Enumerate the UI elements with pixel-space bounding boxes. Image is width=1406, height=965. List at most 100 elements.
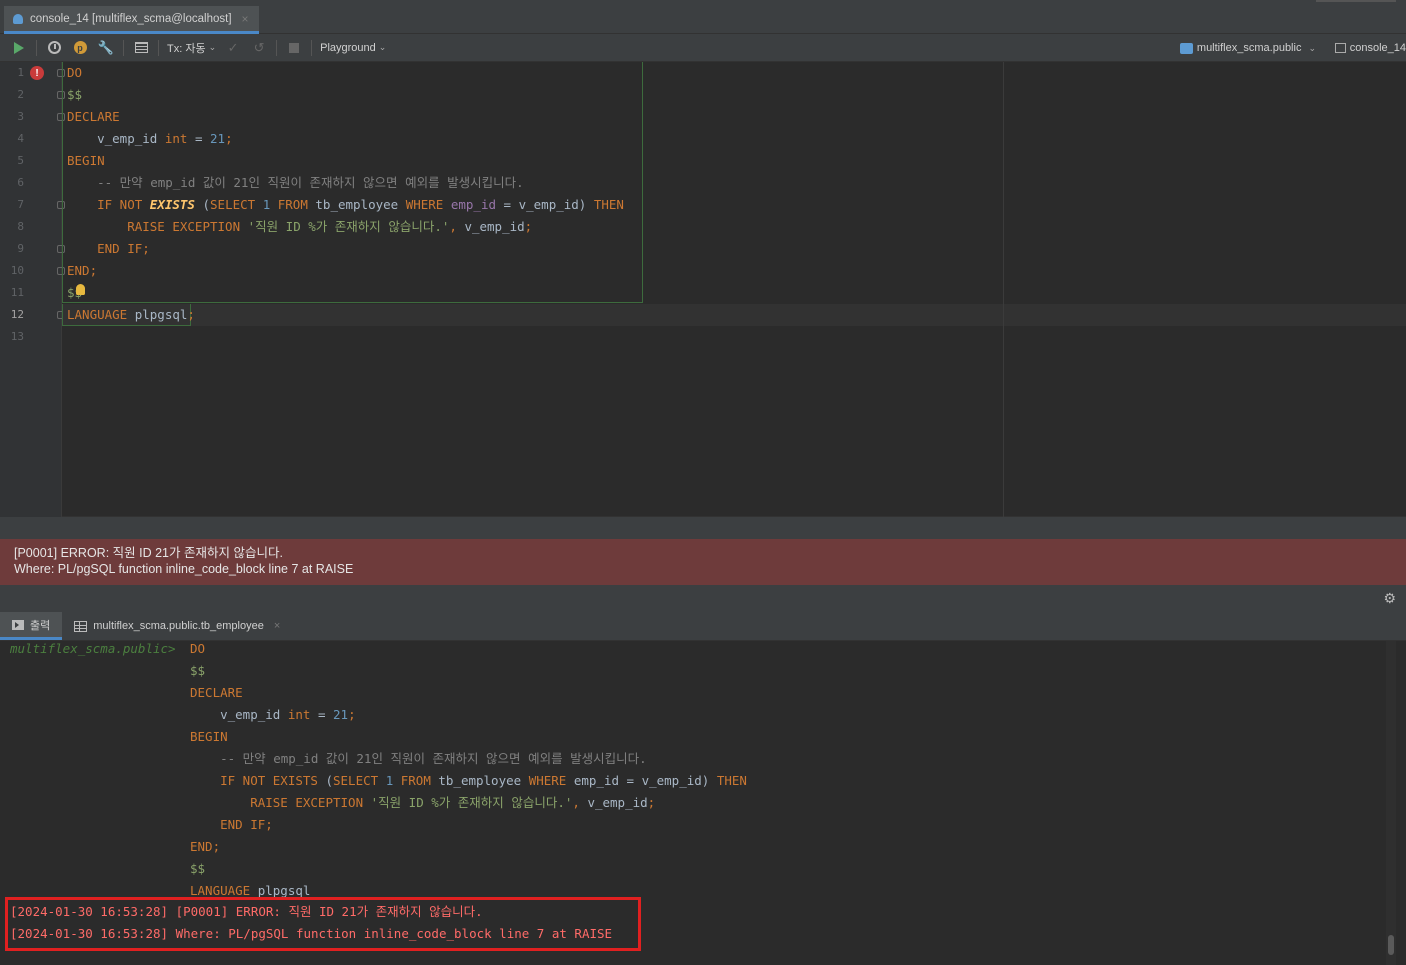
line-number: 2 [17,88,24,101]
play-icon [14,41,24,54]
line-number: 12 [10,308,24,321]
clock-icon [47,41,61,54]
editor-gutter: 1 2 3 4 5 6 7 8 9 10 11 12 13 ! [0,62,65,517]
code-line: IF NOT EXISTS (SELECT 1 FROM tb_employee… [67,197,624,212]
toolbar-separator [36,39,37,56]
console-line: v_emp_id int = 21; [190,707,356,722]
session-selector[interactable]: console_14 [1334,34,1406,62]
sql-editor[interactable]: 1 2 3 4 5 6 7 8 9 10 11 12 13 ! DO $$ DE… [0,62,1406,517]
error-indicator-icon[interactable]: ! [30,66,44,80]
editor-toolbar: p 🔧 Tx: 자동 ⌄ ✓ ↺ Playground ⌄ multiflex_… [0,34,1406,62]
error-highlight-box [5,897,641,951]
console-line: RAISE EXCEPTION '직원 ID %가 존재하지 않습니다.', v… [190,795,656,810]
p-badge-icon: p [73,41,87,54]
schema-selector[interactable]: multiflex_scma.public ⌄ [1179,34,1316,62]
table-grid-icon [74,620,88,632]
execute-button[interactable] [8,37,30,59]
error-message: [P0001] ERROR: 직원 ID 21가 존재하지 않습니다. [14,546,283,560]
output-console[interactable]: multiflex_scma.public> DO $$ DECLARE v_e… [0,641,1406,965]
lightbulb-icon[interactable] [76,284,85,295]
toolbar-separator [311,39,313,56]
console-line: IF NOT EXISTS (SELECT 1 FROM tb_employee… [190,773,747,788]
rollback-button[interactable]: ↺ [248,37,270,59]
line-number: 11 [10,286,24,299]
wrench-icon: 🔧 [97,39,115,55]
services-toolbar: ⚙ [0,585,1406,613]
line-number: 9 [17,242,24,255]
console-line: DECLARE [190,685,243,700]
tab-title: console_14 [multiflex_scma@localhost] [30,12,232,25]
schema-label: multiflex_scma.public [1196,42,1302,54]
window-control [1316,0,1396,2]
tx-label: Tx: 자동 [167,42,206,55]
output-format-button[interactable] [130,37,152,59]
code-line: $$ [67,87,83,102]
check-icon: ✓ [227,39,239,55]
code-line: RAISE EXCEPTION '직원 ID %가 존재하지 않습니다.', v… [67,219,533,234]
console-prompt: multiflex_scma.public> [10,641,176,656]
code-line: BEGIN [67,153,105,168]
line-number: 8 [17,220,24,233]
undo-icon: ↺ [253,39,265,55]
commit-button[interactable]: ✓ [222,37,244,59]
console-icon [1334,43,1346,53]
console-line: BEGIN [190,729,228,744]
toolbar-separator [276,39,278,56]
code-line: -- 만약 emp_id 값이 21인 직원이 존재하지 않으면 예외를 발생시… [67,175,524,190]
panel-divider [0,517,1406,539]
console-scrollbar[interactable] [1386,641,1396,965]
code-line: v_emp_id int = 21; [67,131,233,146]
close-icon[interactable]: × [274,620,280,632]
console-line: DO [190,641,206,656]
history-button[interactable] [43,37,65,59]
code-line: END; [67,263,98,278]
code-line: LANGUAGE plpgsql; [67,307,195,322]
toolbar-separator [123,39,124,56]
stop-icon [289,42,300,53]
right-margin-guide [1003,62,1004,517]
scrollbar-thumb[interactable] [1388,935,1394,955]
code-line: DO [67,65,83,80]
line-number: 4 [17,132,24,145]
chevron-down-icon: ⌄ [208,42,217,52]
transaction-mode-dropdown[interactable]: Tx: 자동 ⌄ [163,37,220,59]
console-line: -- 만약 emp_id 값이 21인 직원이 존재하지 않으면 예외를 발생시… [190,751,647,766]
code-line: DECLARE [67,109,120,124]
line-number: 13 [10,330,24,343]
line-number: 1 [17,66,24,79]
playground-label: Playground [320,41,376,54]
line-number: 5 [17,154,24,167]
playground-dropdown[interactable]: Playground ⌄ [316,37,390,59]
tab-console-14[interactable]: console_14 [multiflex_scma@localhost] × [4,6,259,34]
error-location: Where: PL/pgSQL function inline_code_blo… [14,562,354,576]
tab-table-label: multiflex_scma.public.tb_employee [93,620,264,632]
line-number: 10 [10,264,24,277]
console-line: END IF; [190,817,273,832]
console-line: $$ [190,861,206,876]
close-icon[interactable]: × [242,12,249,26]
line-number: 3 [17,110,24,123]
chevron-down-icon: ⌄ [378,42,387,52]
gear-icon[interactable]: ⚙ [1383,590,1396,607]
table-icon [134,42,148,53]
code-line: END IF; [67,241,150,256]
schema-icon [1179,42,1193,54]
code-content: DO $$ DECLARE v_emp_id int = 21; BEGIN -… [67,62,624,322]
stop-button[interactable] [283,37,305,59]
console-output-icon [12,619,24,630]
settings-button[interactable]: 🔧 [95,37,117,59]
tab-output[interactable]: 출력 [0,612,63,640]
session-label: console_14 [1349,42,1406,54]
current-line-highlight [62,304,1406,326]
tab-output-label: 출력 [30,619,51,632]
line-number: 6 [17,176,24,189]
database-icon [12,13,24,25]
chevron-down-icon: ⌄ [1308,42,1316,53]
editor-tab-bar: console_14 [multiflex_scma@localhost] × [0,0,1406,34]
tab-table-result[interactable]: multiflex_scma.public.tb_employee × [62,612,292,640]
explain-plan-button[interactable]: p [69,37,91,59]
console-line: END; [190,839,221,854]
error-banner: [P0001] ERROR: 직원 ID 21가 존재하지 않습니다. Wher… [0,539,1406,585]
line-number: 7 [17,198,24,211]
console-echoed-code: DO $$ DECLARE v_emp_id int = 21; BEGIN -… [190,641,747,898]
